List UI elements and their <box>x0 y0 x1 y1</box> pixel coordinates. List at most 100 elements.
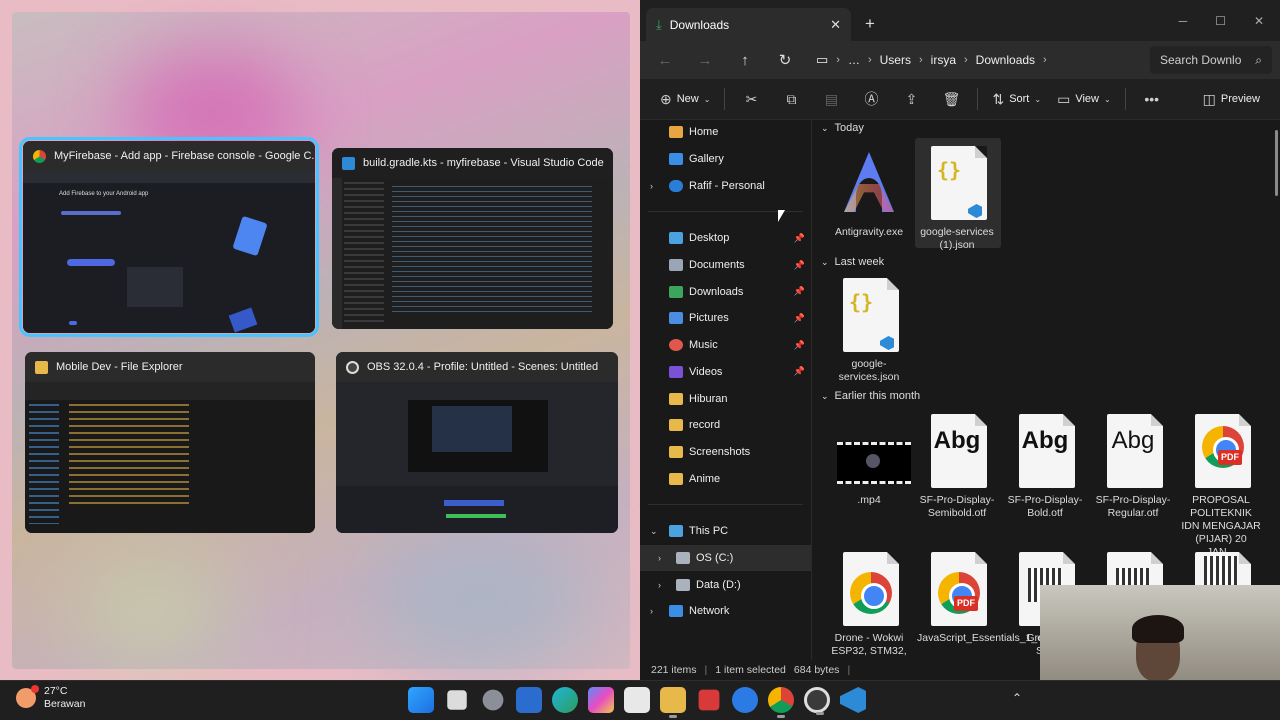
pin-icon[interactable]: 📌 <box>794 260 805 271</box>
file-sf-pro-regular[interactable]: Abg SF-Pro-Display-Regular.otf <box>1093 412 1173 520</box>
home-icon <box>669 126 683 139</box>
app-icon[interactable] <box>482 689 504 711</box>
chevron-right-icon[interactable]: › <box>650 606 653 616</box>
chevron-down-icon[interactable]: ⌄ <box>650 526 658 537</box>
sidebar-item-label: Downloads <box>689 285 744 298</box>
sidebar-item-hiburan[interactable]: Hiburan <box>640 385 811 412</box>
drive-icon <box>676 551 690 564</box>
sidebar-item-gallery[interactable]: Gallery <box>640 146 811 173</box>
file-name: google-services.json <box>838 358 900 383</box>
file-proposal-pdf[interactable]: PDF PROPOSAL POLITEKNIK IDN MENGAJAR (PI… <box>1181 412 1261 559</box>
cut-icon[interactable]: ✂ <box>731 91 771 108</box>
rename-icon[interactable]: Ⓐ <box>851 89 891 109</box>
search-input[interactable]: Search Downlo ⌕ <box>1150 46 1272 74</box>
preview-button[interactable]: ◫ Preview <box>1195 91 1268 108</box>
new-tab-button[interactable]: + <box>865 14 875 34</box>
group-header-earlier-this-month[interactable]: ⌄ Earlier this month <box>821 390 920 402</box>
window-title: Mobile Dev - File Explorer <box>56 361 183 373</box>
pin-icon[interactable]: 📌 <box>794 366 805 377</box>
pin-icon[interactable]: 📌 <box>794 233 805 244</box>
more-crumbs-icon[interactable]: … <box>848 53 860 67</box>
sidebar-item-anime[interactable]: Anime <box>640 465 811 492</box>
obs-taskbar-icon[interactable] <box>804 687 830 715</box>
chevron-right-icon[interactable]: › <box>658 580 661 590</box>
file-sf-pro-semibold[interactable]: Abg SF-Pro-Display-Semibold.otf <box>917 412 997 520</box>
file-javascript-certificate[interactable]: PDF JavaScript_Essentials_1_certificate_ <box>917 550 1088 645</box>
weather-widget[interactable]: 27°C Berawan <box>16 685 85 711</box>
share-icon[interactable]: ⇪ <box>891 91 931 108</box>
start-icon[interactable] <box>408 687 434 713</box>
paste-icon[interactable]: ▤ <box>811 91 851 108</box>
tray-chevron-up-icon[interactable]: ⌃ <box>1012 691 1022 705</box>
copilot-icon[interactable] <box>588 687 614 713</box>
chevron-down-icon: ⌄ <box>1034 94 1042 104</box>
sidebar-item-label: Network <box>689 605 730 618</box>
group-header-today[interactable]: ⌄ Today <box>821 122 864 134</box>
sidebar-item-music[interactable]: Music 📌 <box>640 332 811 359</box>
delete-icon[interactable]: 🗑 <box>931 91 971 108</box>
desktop-icon <box>669 232 683 245</box>
red-app-icon[interactable] <box>698 689 720 711</box>
pin-icon[interactable]: 📌 <box>794 286 805 297</box>
minimize-icon[interactable]: ─ <box>1179 14 1188 28</box>
forward-arrow-icon[interactable]: → <box>688 52 722 69</box>
sidebar-item-desktop[interactable]: Desktop 📌 <box>640 225 811 252</box>
crumb-downloads[interactable]: Downloads <box>976 53 1035 67</box>
refresh-icon[interactable]: ↻ <box>768 51 802 69</box>
sidebar-item-record[interactable]: record <box>640 412 811 439</box>
window-thumbnail-file-explorer[interactable]: Mobile Dev - File Explorer <box>25 352 315 533</box>
sidebar-item-pictures[interactable]: Pictures 📌 <box>640 305 811 332</box>
window-thumbnail-vscode[interactable]: build.gradle.kts - myfirebase - Visual S… <box>332 148 613 329</box>
up-arrow-icon[interactable]: ↑ <box>728 52 762 69</box>
file-google-services-1-json[interactable]: {} google-services (1).json <box>917 144 997 252</box>
crumb-users[interactable]: Users <box>880 53 911 67</box>
copy-icon[interactable]: ⧉ <box>771 91 811 108</box>
sidebar-item-os-c[interactable]: › OS (C:) <box>640 544 811 572</box>
vscode-icon <box>342 156 355 170</box>
back-arrow-icon[interactable]: ← <box>648 52 682 69</box>
close-window-icon[interactable]: ✕ <box>1254 14 1264 28</box>
crumb-user[interactable]: irsya <box>931 53 956 67</box>
window-thumbnail-obs[interactable]: OBS 32.0.4 - Profile: Untitled - Scenes:… <box>336 352 618 533</box>
edge-icon[interactable] <box>552 687 578 713</box>
tab-downloads[interactable]: ⤓ Downloads ✕ <box>646 8 851 41</box>
chrome-taskbar-icon[interactable] <box>768 687 794 718</box>
view-button[interactable]: ▭ View ⌄ <box>1049 91 1119 108</box>
sidebar-item-videos[interactable]: Videos 📌 <box>640 359 811 386</box>
more-options-icon[interactable]: ••• <box>1132 91 1172 107</box>
sidebar-item-network[interactable]: › Network <box>640 598 811 625</box>
cursor-app-icon[interactable] <box>732 687 758 713</box>
group-header-last-week[interactable]: ⌄ Last week <box>821 256 884 268</box>
vscode-taskbar-icon[interactable] <box>840 687 866 713</box>
sidebar-item-home[interactable]: Home <box>640 119 811 146</box>
breadcrumb[interactable]: ▭ › … › Users › irsya › Downloads › <box>808 46 1144 74</box>
pin-icon[interactable]: 📌 <box>794 340 805 351</box>
file-sf-pro-bold[interactable]: Abg SF-Pro-Display-Bold.otf <box>1005 412 1085 520</box>
chevron-right-icon[interactable]: › <box>658 553 661 563</box>
file-drone-wokwi[interactable]: Drone - Wokwi ESP32, STM32, <box>829 550 909 658</box>
sidebar-item-this-pc[interactable]: ⌄ This PC <box>640 518 811 545</box>
task-view-icon[interactable] <box>447 690 467 710</box>
maximize-icon[interactable]: ☐ <box>1215 14 1226 28</box>
sidebar-item-screenshots[interactable]: Screenshots <box>640 439 811 466</box>
scrollbar[interactable] <box>1275 130 1278 196</box>
word-icon[interactable] <box>516 687 542 713</box>
close-tab-icon[interactable]: ✕ <box>830 17 841 33</box>
file-explorer-icon[interactable] <box>660 687 686 718</box>
window-thumbnail-firebase[interactable]: MyFirebase - Add app - Firebase console … <box>19 137 319 337</box>
pin-icon[interactable]: 📌 <box>794 313 805 324</box>
file-google-services-json[interactable]: {} google-services.json <box>829 276 909 384</box>
videos-icon <box>669 365 683 378</box>
sidebar-item-label: Rafif - Personal <box>689 179 765 192</box>
store-icon[interactable] <box>624 687 650 713</box>
sort-button[interactable]: ⇅ Sort ⌄ <box>984 91 1049 108</box>
sidebar-item-downloads[interactable]: Downloads 📌 <box>640 278 811 305</box>
sidebar-item-documents[interactable]: Documents 📌 <box>640 252 811 279</box>
file-mp4[interactable]: .mp4 <box>829 412 911 507</box>
chevron-right-icon[interactable]: › <box>650 181 653 191</box>
sidebar-item-data-d[interactable]: › Data (D:) <box>640 571 811 598</box>
file-name: google-services (1).json <box>920 226 994 251</box>
file-antigravity-exe[interactable]: Antigravity.exe <box>829 144 909 239</box>
sidebar-item-onedrive[interactable]: › Rafif - Personal <box>640 172 811 199</box>
new-button[interactable]: ⊕ New ⌄ <box>652 91 718 108</box>
